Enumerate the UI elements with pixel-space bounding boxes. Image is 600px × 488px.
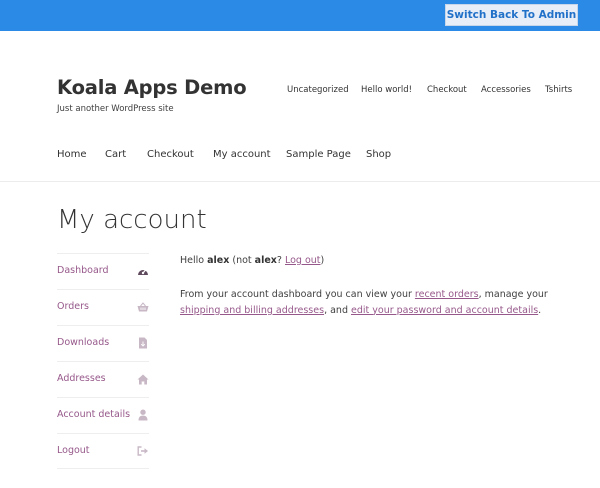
admin-bar: Switch Back To Admin: [0, 0, 600, 31]
home-icon: [137, 373, 149, 385]
logout-link[interactable]: Log out: [285, 255, 321, 266]
header-divider: [0, 181, 600, 182]
account-details-link[interactable]: edit your password and account details: [351, 305, 538, 316]
username: alex: [254, 255, 277, 266]
primary-navigation: Home Cart Checkout My account Sample Pag…: [0, 149, 600, 163]
account-nav-label: Logout: [57, 445, 90, 456]
greeting-text: Hello: [180, 255, 208, 266]
addresses-link[interactable]: shipping and billing addresses: [180, 305, 324, 316]
intro-text: , and: [324, 304, 351, 316]
account-nav-dashboard[interactable]: Dashboard: [57, 253, 149, 289]
greeting-text: ): [320, 255, 325, 266]
account-nav-label: Downloads: [57, 337, 110, 348]
secondary-nav-checkout[interactable]: Checkout: [427, 85, 467, 95]
secondary-nav-tshirts[interactable]: Tshirts: [545, 85, 572, 95]
account-nav-logout[interactable]: Logout: [57, 433, 149, 469]
primary-nav-cart[interactable]: Cart: [105, 149, 126, 160]
secondary-navigation: Uncategorized Hello world! Checkout Acce…: [0, 85, 600, 97]
dashboard-gauge-icon: [137, 265, 149, 277]
primary-nav-home[interactable]: Home: [57, 149, 87, 160]
sign-out-icon: [137, 445, 149, 457]
greeting-text: ?: [276, 255, 285, 266]
account-nav-addresses[interactable]: Addresses: [57, 361, 149, 397]
page-title: My account: [57, 205, 207, 235]
dashboard-intro: From your account dashboard you can view…: [180, 287, 585, 318]
intro-text: From your account dashboard you can view…: [180, 289, 415, 300]
switch-back-to-admin-button[interactable]: Switch Back To Admin: [445, 4, 578, 26]
primary-nav-sample-page[interactable]: Sample Page: [286, 149, 351, 160]
basket-icon: [137, 301, 149, 313]
recent-orders-link[interactable]: recent orders: [415, 289, 479, 300]
account-nav-label: Account details: [57, 409, 131, 420]
account-navigation: Dashboard Orders Downloads Addresses Acc…: [57, 253, 149, 469]
secondary-nav-accessories[interactable]: Accessories: [481, 85, 531, 95]
site-tagline: Just another WordPress site: [57, 104, 174, 114]
account-nav-account-details[interactable]: Account details: [57, 397, 149, 433]
file-download-icon: [137, 337, 149, 349]
account-nav-orders[interactable]: Orders: [57, 289, 149, 325]
username: alex: [207, 255, 230, 266]
account-nav-label: Dashboard: [57, 265, 109, 276]
intro-text: .: [538, 304, 542, 316]
account-nav-label: Orders: [57, 301, 89, 312]
primary-nav-shop[interactable]: Shop: [366, 149, 391, 160]
account-nav-downloads[interactable]: Downloads: [57, 325, 149, 361]
greeting-text: (not: [229, 255, 255, 266]
primary-nav-checkout[interactable]: Checkout: [147, 149, 194, 160]
primary-nav-my-account[interactable]: My account: [213, 149, 271, 160]
intro-text: , manage your: [478, 289, 548, 300]
account-nav-label: Addresses: [57, 373, 106, 384]
secondary-nav-uncategorized[interactable]: Uncategorized: [287, 85, 349, 95]
user-icon: [137, 409, 149, 421]
secondary-nav-hello-world[interactable]: Hello world!: [361, 85, 412, 95]
dashboard-greeting: Hello alex (not alex? Log out): [180, 255, 324, 266]
